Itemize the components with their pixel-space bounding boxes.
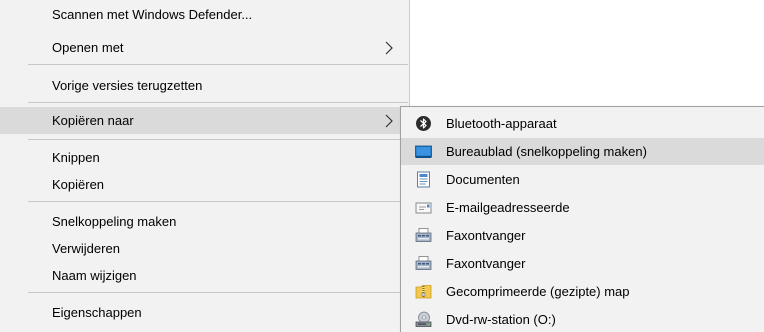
menu-item-copy[interactable]: Kopiëren [0, 171, 409, 198]
menu-item-label: Scannen met Windows Defender... [52, 7, 253, 22]
menu-item-open-with[interactable]: Openen met [0, 34, 409, 61]
screen: Scannen met Windows Defender... Openen m… [0, 0, 764, 332]
fax-icon [415, 256, 432, 270]
submenu-item-label: Bluetooth-apparaat [446, 116, 557, 131]
documents-icon [417, 171, 430, 188]
submenu-item-label: Faxontvanger [446, 256, 526, 271]
submenu-item-desktop[interactable]: Bureaublad (snelkoppeling maken) [401, 138, 764, 165]
menu-item-create-shortcut[interactable]: Snelkoppeling maken [0, 208, 409, 235]
menu-separator [28, 292, 408, 293]
menu-item-label: Kopiëren [52, 177, 105, 192]
submenu-item-mail-recipient[interactable]: E-mailgeadresseerde [401, 194, 764, 221]
menu-separator [28, 64, 408, 65]
menu-item-copy-to[interactable]: Kopiëren naar [0, 107, 409, 134]
menu-item-rename[interactable]: Naam wijzigen [0, 262, 409, 289]
copy-to-submenu: Bluetooth-apparaat Bureaublad (snelkoppe… [400, 106, 764, 332]
menu-separator [28, 102, 408, 103]
context-menu: Scannen met Windows Defender... Openen m… [0, 0, 410, 332]
menu-item-label: Vorige versies terugzetten [52, 78, 203, 93]
menu-item-label: Snelkoppeling maken [52, 214, 177, 229]
menu-item-label: Eigenschappen [52, 305, 142, 320]
menu-item-label: Naam wijzigen [52, 268, 137, 283]
chevron-right-icon [385, 41, 393, 55]
dvd-drive-icon [415, 311, 432, 327]
submenu-item-fax-1[interactable]: Faxontvanger [401, 222, 764, 249]
menu-item-delete[interactable]: Verwijderen [0, 235, 409, 262]
menu-item-label: Openen met [52, 40, 124, 55]
menu-item-label: Verwijderen [52, 241, 120, 256]
menu-item-cut[interactable]: Knippen [0, 144, 409, 171]
menu-item-label: Kopiëren naar [52, 113, 134, 128]
submenu-item-label: Faxontvanger [446, 228, 526, 243]
mail-recipient-icon [415, 202, 432, 214]
submenu-item-label: Gecomprimeerde (gezipte) map [446, 284, 630, 299]
menu-item-scan-defender[interactable]: Scannen met Windows Defender... [0, 1, 409, 28]
submenu-item-label: Bureaublad (snelkoppeling maken) [446, 144, 647, 159]
menu-separator [28, 139, 408, 140]
menu-item-label: Knippen [52, 150, 100, 165]
submenu-item-label: Documenten [446, 172, 520, 187]
submenu-item-documents[interactable]: Documenten [401, 166, 764, 193]
bluetooth-icon [416, 116, 431, 131]
submenu-item-label: E-mailgeadresseerde [446, 200, 570, 215]
fax-icon [415, 228, 432, 242]
submenu-item-label: Dvd-rw-station (O:) [446, 312, 556, 327]
submenu-item-fax-2[interactable]: Faxontvanger [401, 250, 764, 277]
submenu-item-zip-folder[interactable]: Gecomprimeerde (gezipte) map [401, 278, 764, 305]
chevron-right-icon [385, 114, 393, 128]
menu-item-properties[interactable]: Eigenschappen [0, 299, 409, 326]
desktop-icon [415, 145, 432, 158]
submenu-item-dvd-drive[interactable]: Dvd-rw-station (O:) [401, 306, 764, 332]
menu-item-restore-previous-versions[interactable]: Vorige versies terugzetten [0, 72, 409, 99]
menu-separator [28, 201, 408, 202]
submenu-item-bluetooth[interactable]: Bluetooth-apparaat [401, 110, 764, 137]
zip-folder-icon [415, 285, 432, 299]
